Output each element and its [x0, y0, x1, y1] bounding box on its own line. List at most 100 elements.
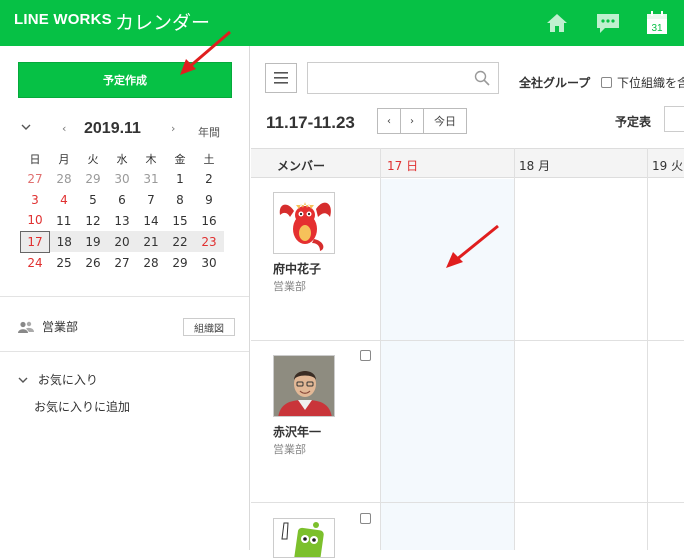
favorites-toggle[interactable]: お気に入り — [18, 371, 98, 388]
calendar-day[interactable]: 12 — [79, 210, 108, 231]
weekday-label: 土 — [203, 153, 215, 166]
calendar-day[interactable]: 11 — [50, 210, 79, 231]
calendar-day[interactable]: 8 — [166, 189, 195, 210]
grid-line — [251, 340, 684, 341]
today-button[interactable]: 今日 — [423, 108, 467, 134]
calendar-day[interactable]: 30 — [108, 168, 137, 189]
calendar-day[interactable]: 18 — [49, 231, 79, 252]
favorites-label: お気に入り — [37, 373, 98, 387]
calendar-day[interactable]: 30 — [195, 252, 224, 273]
chevron-down-icon — [18, 373, 28, 387]
view-label: 予定表 — [615, 115, 652, 129]
calendar-icon[interactable]: 31 — [646, 11, 668, 39]
yearly-view-link[interactable]: 年間 — [198, 124, 220, 140]
member-name[interactable]: 府中花子 — [273, 260, 321, 277]
calendar-day[interactable]: 23 — [194, 231, 224, 252]
view-select[interactable] — [664, 106, 684, 132]
calendar-day[interactable]: 27 — [21, 168, 50, 189]
grid-line — [647, 148, 648, 550]
member-dept: 営業部 — [273, 280, 306, 293]
today-column-highlight — [381, 179, 514, 550]
grid-line — [251, 502, 684, 503]
mini-calendar-month: 2019.11 — [84, 120, 141, 137]
calendar-day[interactable]: 4 — [50, 189, 79, 210]
create-event-button[interactable]: 予定作成 — [18, 62, 232, 98]
calendar-day[interactable]: 22 — [165, 231, 195, 252]
weekday-label: 火 — [87, 153, 99, 166]
day-header-tue[interactable]: 19 火 — [652, 157, 683, 174]
group-item[interactable]: 営業部 — [18, 318, 78, 335]
calendar-day[interactable]: 7 — [137, 189, 166, 210]
group-label: 営業部 — [42, 320, 79, 334]
day-header-mon[interactable]: 18 月 — [519, 157, 550, 174]
include-sub-org-label[interactable]: 下位組織を含 — [617, 74, 684, 91]
calendar-day[interactable]: 14 — [137, 210, 166, 231]
weekday-label: 金 — [174, 153, 186, 166]
calendar-day[interactable]: 28 — [50, 168, 79, 189]
next-month-button[interactable]: › — [171, 122, 175, 135]
group-users-icon — [18, 321, 34, 333]
weekday-label: 水 — [116, 153, 128, 166]
man-photo-avatar[interactable] — [273, 355, 335, 417]
next-week-button[interactable]: › — [400, 108, 424, 134]
app-header: LINE WORKS カレンダー 31 — [0, 0, 684, 46]
calendar-day[interactable]: 31 — [137, 168, 166, 189]
date-range: 11.17-11.23 — [266, 113, 355, 132]
dragon-avatar[interactable] — [273, 192, 335, 254]
hamburger-icon — [274, 72, 288, 84]
divider — [0, 296, 249, 297]
calendar-day[interactable]: 13 — [108, 210, 137, 231]
calendar-day[interactable]: 1 — [166, 168, 195, 189]
member-column-header: メンバー — [277, 159, 326, 173]
grid-header: メンバー 17 日 18 月 19 火 — [251, 148, 684, 178]
include-sub-org-checkbox[interactable] — [601, 77, 612, 88]
weekday-label: 日 — [29, 153, 41, 166]
brand-logo[interactable]: LINE WORKS — [14, 11, 112, 28]
home-icon[interactable] — [546, 12, 568, 38]
sidebar: 予定作成 ‹ 2019.11 › 年間 日 月 火 水 木 金 土 27 28 … — [0, 46, 250, 550]
divider — [0, 351, 249, 352]
calendar-day[interactable]: 29 — [166, 252, 195, 273]
calendar-day[interactable]: 15 — [166, 210, 195, 231]
weekday-label: 木 — [145, 153, 157, 166]
calendar-day[interactable]: 16 — [195, 210, 224, 231]
group-filter-label[interactable]: 全社グループ — [519, 74, 590, 91]
calendar-day[interactable]: 5 — [79, 189, 108, 210]
calendar-day[interactable]: 29 — [79, 168, 108, 189]
member-checkbox[interactable] — [360, 513, 371, 524]
calendar-day[interactable]: 20 — [107, 231, 137, 252]
member-name[interactable]: 赤沢年一 — [273, 423, 321, 440]
calendar-day[interactable]: 27 — [108, 252, 137, 273]
calendar-day[interactable]: 10 — [21, 210, 50, 231]
search-input[interactable] — [307, 62, 499, 94]
prev-month-button[interactable]: ‹ — [62, 122, 66, 135]
calendar-day[interactable]: 3 — [21, 189, 50, 210]
org-chart-button[interactable]: 組織図 — [183, 318, 235, 336]
member-checkbox[interactable] — [360, 350, 371, 361]
calendar-day[interactable]: 28 — [137, 252, 166, 273]
calendar-day[interactable]: 25 — [50, 252, 79, 273]
mini-calendar-header: ‹ 2019.11 › 年間 — [18, 120, 232, 140]
grid-line — [380, 148, 381, 550]
add-favorite-link[interactable]: お気に入りに追加 — [34, 398, 130, 415]
hamburger-menu-button[interactable] — [265, 63, 297, 93]
calendar-day[interactable]: 21 — [136, 231, 166, 252]
chevron-down-icon[interactable] — [20, 122, 32, 135]
search-icon[interactable] — [474, 70, 490, 90]
calendar-day[interactable]: 2 — [195, 168, 224, 189]
calendar-day[interactable]: 24 — [21, 252, 50, 273]
app-title: カレンダー — [115, 12, 211, 34]
calendar-icon-day: 31 — [651, 23, 663, 34]
prev-week-button[interactable]: ‹ — [377, 108, 401, 134]
calendar-day[interactable]: 6 — [108, 189, 137, 210]
mascot-avatar[interactable] — [273, 518, 335, 558]
main-panel: 全社グループ 下位組織を含 11.17-11.23 ‹ › 今日 予定表 メンバ… — [251, 46, 684, 558]
day-header-sun[interactable]: 17 日 — [387, 157, 418, 174]
calendar-day[interactable]: 26 — [79, 252, 108, 273]
mini-calendar: 日 月 火 水 木 金 土 27 28 29 30 31 1 2 3 4 5 6… — [20, 150, 224, 273]
calendar-day[interactable]: 9 — [195, 189, 224, 210]
calendar-day-selected[interactable]: 17 — [20, 230, 50, 253]
week-nav: ‹ › 今日 — [377, 108, 467, 134]
calendar-day[interactable]: 19 — [78, 231, 108, 252]
chat-icon[interactable] — [596, 12, 620, 38]
